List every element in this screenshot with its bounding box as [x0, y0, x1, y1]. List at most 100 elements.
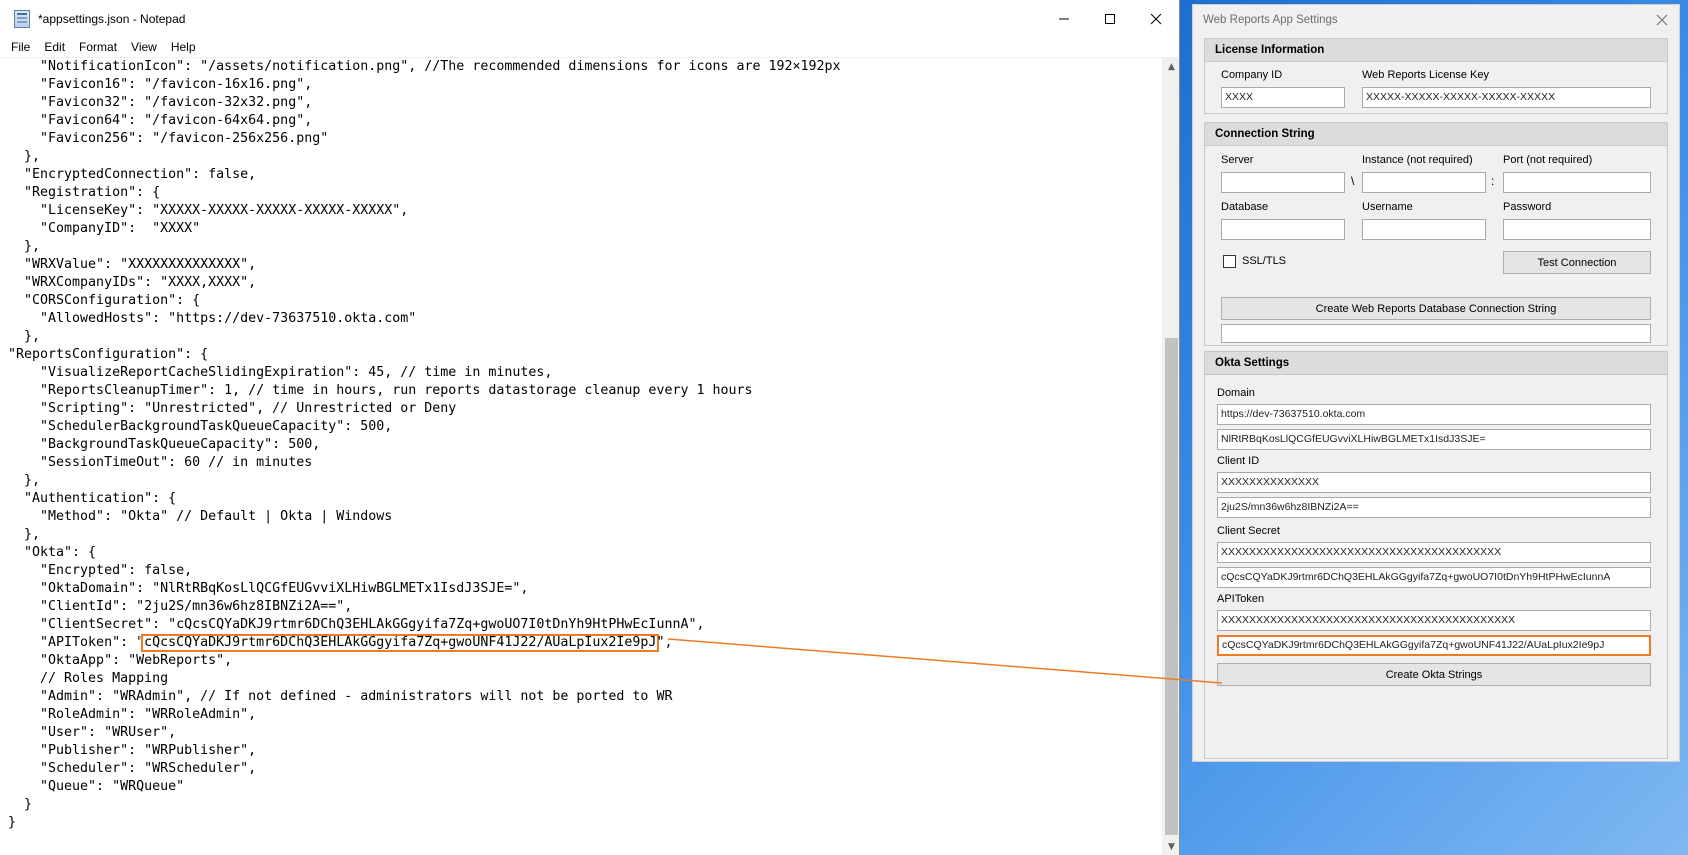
notepad-line: },: [8, 527, 41, 542]
client-secret-input[interactable]: XXXXXXXXXXXXXXXXXXXXXXXXXXXXXXXXXXXXXXXX: [1217, 542, 1651, 563]
menu-edit[interactable]: Edit: [37, 37, 72, 57]
notepad-line: "LicenseKey": "XXXXX-XXXXX-XXXXX-XXXXX-X…: [8, 203, 409, 218]
scroll-down-arrow-icon[interactable]: ▼: [1163, 838, 1180, 855]
notepad-line: "AllowedHosts": "https://dev-73637510.ok…: [8, 311, 417, 326]
notepad-line: "Favicon64": "/favicon-64x64.png",: [8, 113, 313, 128]
client-secret-label: Client Secret: [1217, 525, 1280, 537]
api-token-input[interactable]: XXXXXXXXXXXXXXXXXXXXXXXXXXXXXXXXXXXXXXXX…: [1217, 610, 1651, 631]
create-connection-string-button[interactable]: Create Web Reports Database Connection S…: [1221, 297, 1651, 320]
database-label: Database: [1221, 201, 1269, 213]
notepad-line: "CompanyID": "XXXX": [8, 221, 201, 236]
domain-label: Domain: [1217, 387, 1255, 399]
ssl-label: SSL/TLS: [1242, 255, 1287, 267]
settings-close-icon[interactable]: [1655, 13, 1669, 27]
minimize-icon: [1059, 18, 1069, 19]
create-okta-strings-button[interactable]: Create Okta Strings: [1217, 663, 1651, 686]
notepad-line: }: [8, 815, 17, 830]
port-separator: :: [1491, 174, 1495, 188]
server-input[interactable]: [1221, 172, 1345, 193]
notepad-line: "Scripting": "Unrestricted", // Unrestri…: [8, 401, 457, 416]
notepad-line: "VisualizeReportCacheSlidingExpiration":…: [8, 365, 553, 380]
scrollbar-thumb[interactable]: [1165, 338, 1178, 835]
client-secret-encrypted-output[interactable]: cQcsCQYaDKJ9rtmr6DChQ3EHLAkGGgyifa7Zq+gw…: [1217, 567, 1651, 588]
notepad-line: "Encrypted": false,: [8, 563, 193, 578]
test-connection-button[interactable]: Test Connection: [1503, 251, 1651, 274]
close-icon: [1150, 13, 1162, 24]
menu-help[interactable]: Help: [164, 37, 203, 57]
database-input[interactable]: [1221, 219, 1345, 240]
close-button[interactable]: [1133, 0, 1179, 37]
notepad-line: "Authentication": {: [8, 491, 177, 506]
notepad-line: "BackgroundTaskQueueCapacity": 500,: [8, 437, 321, 452]
password-input[interactable]: [1503, 219, 1651, 240]
notepad-line-apitoken: "APIToken": "cQcsCQYaDKJ9rtmr6DChQ3EHLAk…: [8, 634, 1162, 652]
maximize-button[interactable]: [1087, 0, 1133, 37]
okta-header: Okta Settings: [1205, 352, 1667, 375]
notepad-line: "CORSConfiguration": {: [8, 293, 201, 308]
window-controls: [1041, 0, 1179, 37]
notepad-line: },: [8, 473, 41, 488]
minimize-button[interactable]: [1041, 0, 1087, 37]
client-id-encrypted-output[interactable]: 2ju2S/mn36w6hz8IBNZi2A==: [1217, 497, 1651, 518]
notepad-line: "Favicon32": "/favicon-32x32.png",: [8, 95, 313, 110]
notepad-line: "SchedulerBackgroundTaskQueueCapacity": …: [8, 419, 393, 434]
port-input[interactable]: [1503, 172, 1651, 193]
menu-format[interactable]: Format: [72, 37, 124, 57]
notepad-line: "Scheduler": "WRScheduler",: [8, 761, 257, 776]
okta-group: Okta Settings Domain https://dev-7363751…: [1204, 351, 1668, 759]
notepad-line: "Publisher": "WRPublisher",: [8, 743, 257, 758]
notepad-line: "EncryptedConnection": false,: [8, 167, 257, 182]
apitoken-prefix: "APIToken": ": [8, 635, 145, 650]
notepad-line: }: [8, 797, 33, 812]
notepad-body: "NotificationIcon": "/assets/notificatio…: [0, 57, 1179, 855]
notepad-line: "Okta": {: [8, 545, 97, 560]
license-key-input[interactable]: XXXXX-XXXXX-XXXXX-XXXXX-XXXXX: [1362, 87, 1651, 108]
notepad-title: *appsettings.json - Notepad: [38, 11, 186, 26]
notepad-line: },: [8, 149, 41, 164]
company-id-input[interactable]: XXXX: [1221, 87, 1345, 108]
notepad-line: },: [8, 329, 41, 344]
notepad-window: *appsettings.json - Notepad File Edit Fo…: [0, 0, 1180, 855]
username-label: Username: [1362, 201, 1413, 213]
notepad-line: "ClientSecret": "cQcsCQYaDKJ9rtmr6DChQ3E…: [8, 617, 705, 632]
notepad-menubar: File Edit Format View Help: [0, 37, 1179, 57]
notepad-line: "User": "WRUser",: [8, 725, 177, 740]
notepad-titlebar[interactable]: *appsettings.json - Notepad: [0, 0, 1179, 37]
notepad-line: "NotificationIcon": "/assets/notificatio…: [8, 59, 841, 74]
instance-input[interactable]: [1362, 172, 1486, 193]
notepad-app-icon: [14, 9, 30, 28]
connection-group: Connection String Server \ Instance (not…: [1204, 122, 1668, 346]
notepad-line: "ReportsCleanupTimer": 1, // time in hou…: [8, 383, 753, 398]
notepad-line: "Admin": "WRAdmin", // If not defined - …: [8, 689, 673, 704]
api-token-encrypted-output[interactable]: cQcsCQYaDKJ9rtmr6DChQ3EHLAkGGgyifa7Zq+gw…: [1217, 635, 1651, 656]
settings-title: Web Reports App Settings: [1203, 14, 1338, 26]
password-label: Password: [1503, 201, 1552, 213]
instance-label: Instance (not required): [1362, 154, 1473, 166]
license-header: License Information: [1205, 39, 1667, 62]
menu-view[interactable]: View: [124, 37, 164, 57]
notepad-line: "WRXValue": "XXXXXXXXXXXXXX",: [8, 257, 257, 272]
domain-input[interactable]: https://dev-73637510.okta.com: [1217, 404, 1651, 425]
server-label: Server: [1221, 154, 1254, 166]
notepad-text-area[interactable]: "NotificationIcon": "/assets/notificatio…: [0, 58, 1162, 855]
settings-window: Web Reports App Settings License Informa…: [1192, 4, 1680, 762]
notepad-line: "WRXCompanyIDs": "XXXX,XXXX",: [8, 275, 257, 290]
domain-encrypted-output[interactable]: NlRtRBqKosLlQCGfEUGvviXLHiwBGLMETx1IsdJ3…: [1217, 429, 1651, 450]
menu-file[interactable]: File: [4, 37, 37, 57]
notepad-line: "Favicon256": "/favicon-256x256.png": [8, 131, 329, 146]
settings-titlebar[interactable]: Web Reports App Settings: [1193, 5, 1679, 35]
client-id-input[interactable]: XXXXXXXXXXXXXX: [1217, 472, 1651, 493]
notepad-line: "OktaApp": "WebReports",: [8, 653, 233, 668]
scroll-up-arrow-icon[interactable]: ▲: [1163, 58, 1180, 75]
notepad-line: "ClientId": "2ju2S/mn36w6hz8IBNZi2A==",: [8, 599, 353, 614]
username-input[interactable]: [1362, 219, 1486, 240]
ssl-checkbox[interactable]: [1223, 255, 1236, 268]
license-group: License Information Company ID XXXX Web …: [1204, 38, 1668, 114]
connection-string-output[interactable]: [1221, 324, 1651, 343]
notepad-line: "Registration": {: [8, 185, 161, 200]
company-id-label: Company ID: [1221, 69, 1283, 81]
license-key-label: Web Reports License Key: [1362, 69, 1489, 81]
vertical-scrollbar[interactable]: ▲ ▼: [1162, 58, 1179, 855]
connection-header: Connection String: [1205, 123, 1667, 146]
notepad-line: // Roles Mapping: [8, 671, 169, 686]
